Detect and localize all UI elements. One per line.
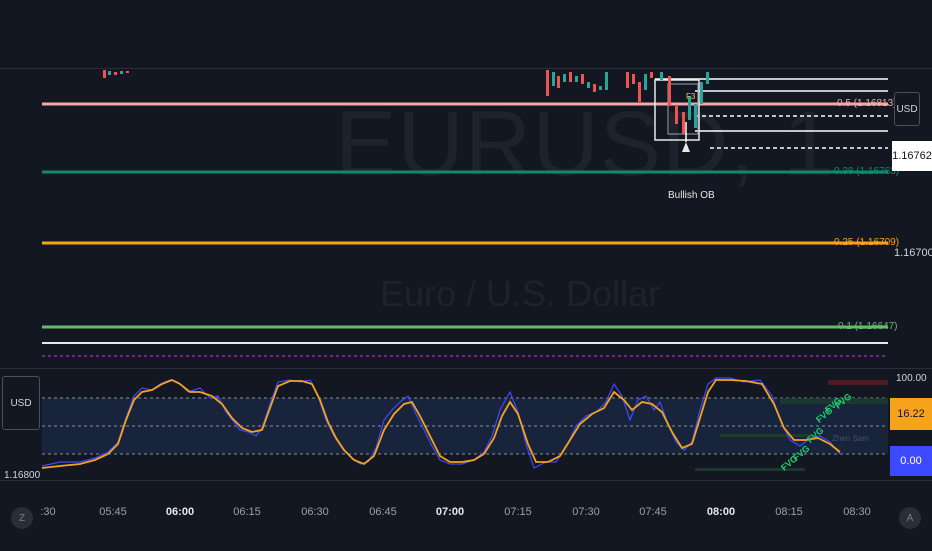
bullish-ob-arrow xyxy=(682,142,690,152)
z-button[interactable]: Z xyxy=(11,507,33,529)
time-tick: 07:00 xyxy=(435,506,465,518)
candles xyxy=(103,70,709,134)
time-tick: 07:15 xyxy=(504,506,532,518)
a-button[interactable]: A xyxy=(899,507,921,529)
time-tick: 08:30 xyxy=(843,506,871,518)
oscillator-faint-label: Zhen Sam xyxy=(832,434,869,443)
time-tick: 06:45 xyxy=(369,506,397,518)
fib-label-01: 0.1 (1.16647) xyxy=(838,321,898,332)
time-tick: 07:45 xyxy=(639,506,667,518)
time-tick: 08:15 xyxy=(775,506,803,518)
price-level-label: 1.16700 xyxy=(894,247,932,259)
oscillator-value-orange: 16.22 xyxy=(890,398,932,430)
ob-marker-label: F3 xyxy=(686,92,696,101)
fib-label-038: 0.38 (1.16763) xyxy=(834,166,900,177)
oscillator-currency-button[interactable]: USD xyxy=(2,376,40,430)
time-tick: 06:15 xyxy=(233,506,261,518)
bullish-ob-label: Bullish OB xyxy=(668,190,715,201)
fib-label-05: 0.5 (1.16813) xyxy=(837,98,897,109)
time-tick: 06:00 xyxy=(165,506,195,518)
time-tick: 06:30 xyxy=(301,506,329,518)
fib-label-025: 0.25 (1.16709) xyxy=(834,237,900,248)
oscillator-top-label: 100.00 xyxy=(896,373,927,384)
time-tick: 07:30 xyxy=(572,506,600,518)
time-tick: 08:00 xyxy=(706,506,736,518)
current-price-tag: 1.16762 xyxy=(892,141,932,171)
time-tick: 05:45 xyxy=(99,506,127,518)
time-tick: :30 xyxy=(40,506,56,518)
currency-button[interactable]: USD xyxy=(894,92,920,126)
oscillator-value-blue: 0.00 xyxy=(890,446,932,476)
